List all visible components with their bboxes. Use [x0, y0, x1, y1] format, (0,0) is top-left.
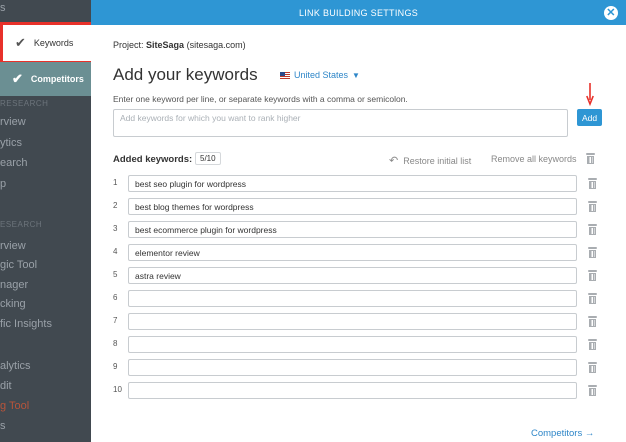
panel-header: LINK BUILDING SETTINGS ✕	[91, 0, 626, 25]
keyword-field[interactable]	[128, 336, 577, 353]
remove-all-keywords-button[interactable]: Remove all keywords	[491, 154, 577, 164]
keyword-field[interactable]: elementor review	[128, 244, 577, 261]
keyword-row-number: 10	[113, 385, 122, 394]
check-icon: ✔	[15, 35, 26, 50]
keyword-field[interactable]	[128, 359, 577, 376]
added-keywords-label: Added keywords:	[113, 154, 193, 165]
country-label: United States	[294, 70, 349, 80]
keyword-row-number: 4	[113, 247, 118, 256]
sidebar-item[interactable]: nager	[0, 279, 28, 291]
link-building-settings-panel: LINK BUILDING SETTINGS ✕ Project: SiteSa…	[91, 0, 626, 442]
keyword-field[interactable]	[128, 290, 577, 307]
step-competitors[interactable]: ✔ Competitors	[0, 62, 91, 96]
us-flag-icon	[280, 71, 290, 79]
sidebar-item[interactable]: ytics	[0, 137, 22, 149]
keyword-field[interactable]: best seo plugin for wordpress	[128, 175, 577, 192]
keyword-row: 4 elementor review	[113, 244, 603, 261]
project-info: Project: SiteSaga (sitesaga.com)	[113, 40, 246, 50]
keyword-row: 7	[113, 313, 603, 330]
keyword-field[interactable]	[128, 313, 577, 330]
undo-icon: ↶	[389, 155, 399, 167]
restore-label: Restore initial list	[403, 155, 472, 166]
trash-icon[interactable]	[588, 270, 597, 281]
sidebar-item[interactable]: cking	[0, 298, 26, 310]
instructions-text: Enter one keyword per line, or separate …	[113, 94, 408, 104]
sidebar-item[interactable]: dit	[0, 380, 12, 392]
step-keywords-label: Keywords	[33, 38, 74, 48]
trash-icon[interactable]	[588, 385, 597, 396]
trash-icon[interactable]	[588, 316, 597, 327]
sidebar-item[interactable]: gic Tool	[0, 259, 37, 271]
keyword-field[interactable]	[128, 382, 577, 399]
keyword-count-badge: 5/10	[195, 152, 221, 165]
keyword-field[interactable]: best ecommerce plugin for wordpress	[128, 221, 577, 238]
keyword-row-number: 7	[113, 316, 118, 325]
trash-icon[interactable]	[586, 153, 595, 164]
sidebar-item[interactable]: s	[0, 420, 6, 432]
keyword-row-number: 2	[113, 201, 118, 210]
keyword-row-number: 3	[113, 224, 118, 233]
project-prefix: Project:	[113, 40, 144, 50]
competitors-link[interactable]: Competitors →	[531, 428, 594, 439]
trash-icon[interactable]	[588, 178, 597, 189]
keyword-row-number: 9	[113, 362, 118, 371]
add-button[interactable]: Add	[577, 109, 602, 126]
keyword-row: 1 best seo plugin for wordpress	[113, 175, 603, 192]
sidebar-item[interactable]: earch	[0, 157, 28, 169]
keyword-row-number: 8	[113, 339, 118, 348]
restore-initial-list-button[interactable]: ↶ Restore initial list	[389, 154, 471, 167]
trash-icon[interactable]	[588, 362, 597, 373]
trash-icon[interactable]	[588, 247, 597, 258]
country-selector[interactable]: United States ▼	[280, 70, 360, 80]
keyword-input[interactable]	[113, 109, 568, 137]
page-title: Add your keywords	[113, 65, 258, 84]
keyword-row: 9	[113, 359, 603, 376]
keyword-row-number: 6	[113, 293, 118, 302]
keyword-row: 6	[113, 290, 603, 307]
trash-icon[interactable]	[588, 293, 597, 304]
keyword-row-number: 5	[113, 270, 118, 279]
sidebar-item[interactable]: rview	[0, 240, 26, 252]
keyword-row: 10	[113, 382, 603, 399]
close-icon[interactable]: ✕	[604, 6, 618, 20]
step-keywords[interactable]: ✔ Keywords	[0, 22, 97, 64]
sidebar-item[interactable]: alytics	[0, 360, 31, 372]
keyword-row-number: 1	[113, 178, 118, 187]
sidebar-item[interactable]: g Tool	[0, 400, 29, 412]
sidebar-item[interactable]: rview	[0, 116, 26, 128]
project-domain: (sitesaga.com)	[186, 40, 246, 50]
trash-icon[interactable]	[588, 201, 597, 212]
sidebar-item[interactable]: s	[0, 2, 6, 14]
trash-icon[interactable]	[588, 339, 597, 350]
keyword-row: 8	[113, 336, 603, 353]
project-name: SiteSaga	[146, 40, 185, 50]
keyword-row: 3 best ecommerce plugin for wordpress	[113, 221, 603, 238]
step-competitors-label: Competitors	[30, 74, 84, 84]
check-icon: ✔	[12, 71, 23, 86]
sidebar-section-label: RESEARCH	[0, 99, 49, 108]
chevron-down-icon: ▼	[352, 70, 360, 80]
sidebar-item[interactable]: fic Insights	[0, 318, 52, 330]
red-arrow-annotation	[586, 83, 594, 106]
sidebar-item[interactable]: p	[0, 178, 6, 190]
keyword-field[interactable]: best blog themes for wordpress	[128, 198, 577, 215]
trash-icon[interactable]	[588, 224, 597, 235]
sidebar-section-label: ESEARCH	[0, 220, 43, 229]
panel-title: LINK BUILDING SETTINGS	[298, 7, 419, 18]
keyword-field[interactable]: astra review	[128, 267, 577, 284]
keyword-row: 2 best blog themes for wordpress	[113, 198, 603, 215]
keyword-row: 5 astra review	[113, 267, 603, 284]
